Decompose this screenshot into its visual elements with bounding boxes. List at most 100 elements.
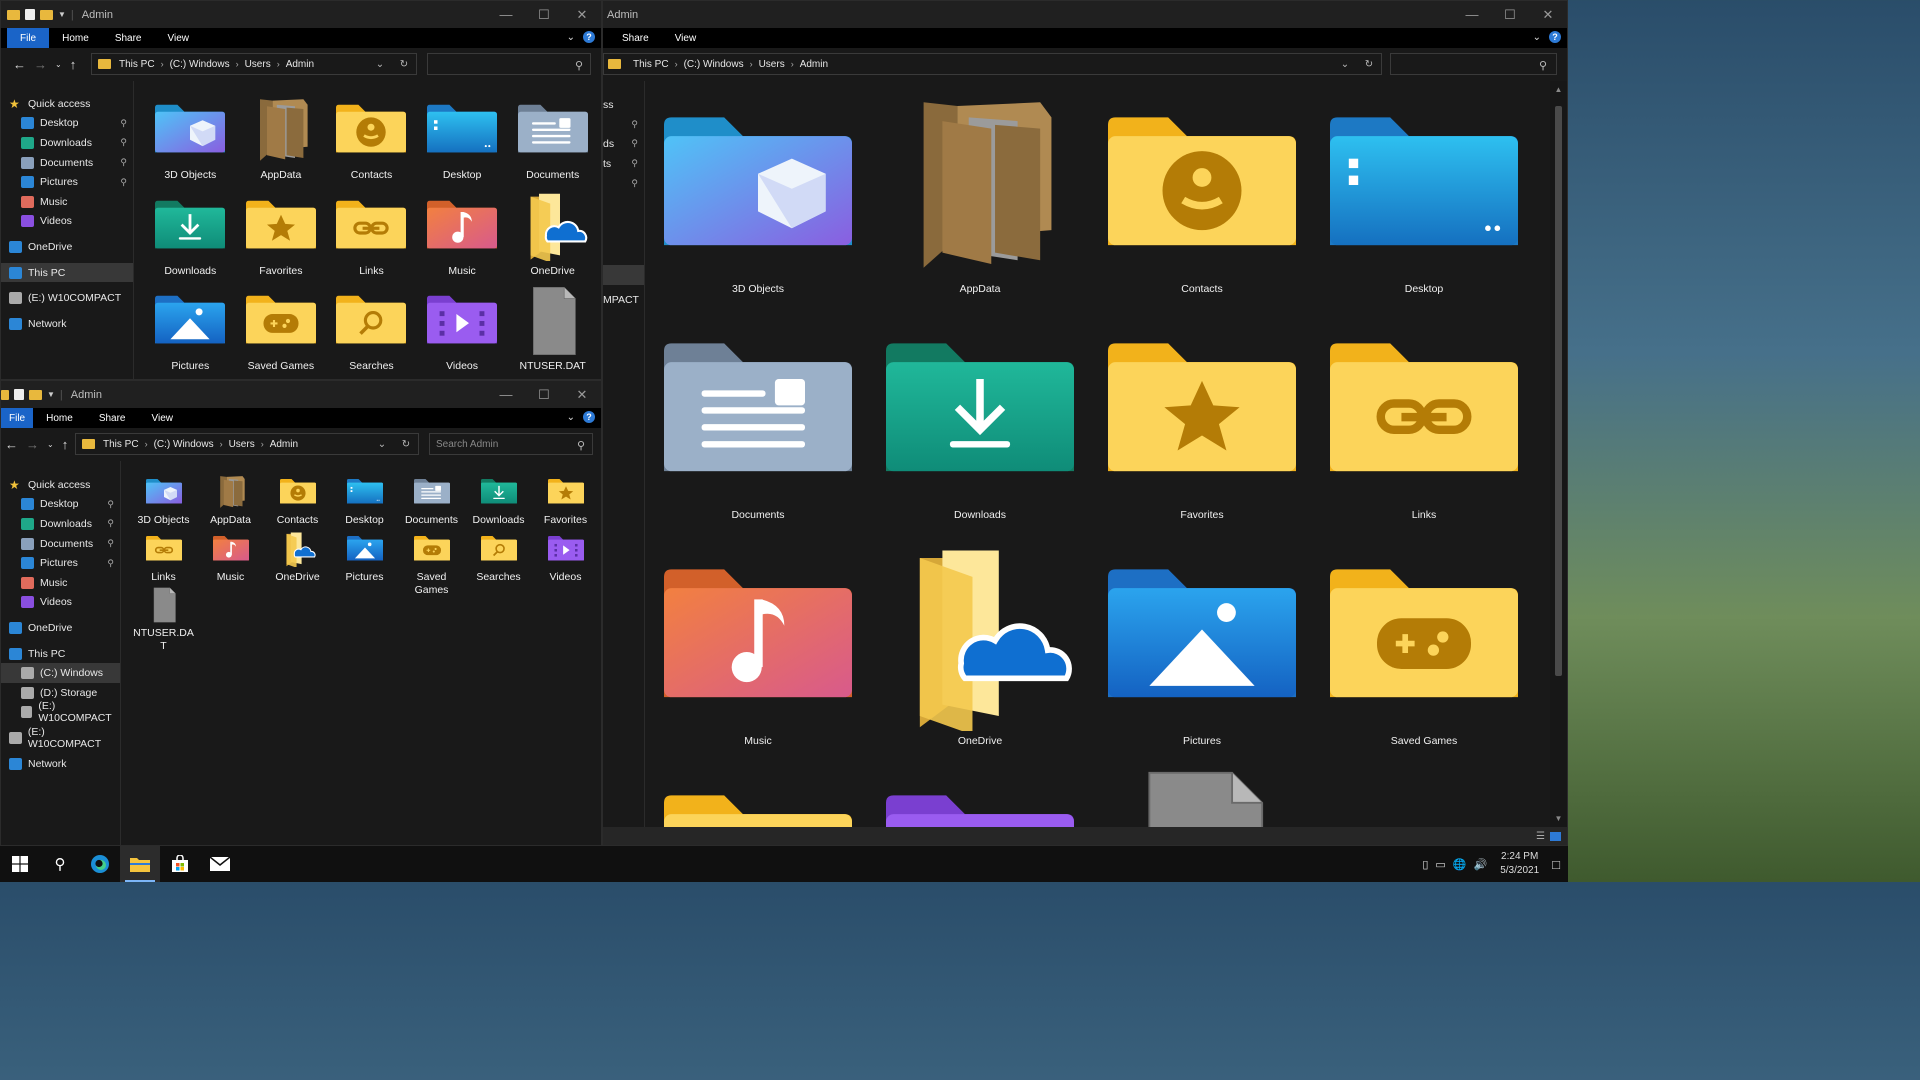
folder-item[interactable]: Desktop [331, 474, 398, 531]
search-button[interactable]: ⚲ [40, 846, 80, 882]
folder-item[interactable]: Saved Games [398, 531, 465, 596]
sidebar-item[interactable]: Documents ⚲ [1, 534, 120, 554]
folder-item[interactable]: Contacts [326, 95, 417, 191]
folder-item[interactable]: Documents [507, 95, 598, 191]
refresh-icon[interactable]: ↻ [392, 59, 416, 70]
folder-item[interactable]: NTUSER.DA T [130, 587, 197, 652]
breadcrumb-item[interactable]: Users [759, 59, 785, 70]
sidebar-item[interactable]: (C:) Windows [1, 663, 120, 683]
breadcrumb-item[interactable]: Users [245, 59, 271, 70]
sidebar-item[interactable]: (E:) W10COMPACT [1, 288, 133, 308]
close-button[interactable]: ✕ [563, 1, 601, 28]
expand-ribbon-icon[interactable]: ⌄ [567, 32, 575, 43]
sidebar-item[interactable]: This PC [1, 262, 133, 283]
search-input[interactable] [1390, 53, 1557, 75]
network-icon[interactable]: 🌐 [1453, 858, 1467, 871]
folder-item[interactable]: Desktop [417, 95, 508, 191]
breadcrumb-chevron-icon[interactable]: › [675, 59, 678, 69]
clock[interactable]: 2:24 PM 5/3/2021 [1500, 850, 1539, 878]
sidebar-item[interactable]: Network [1, 314, 133, 334]
folder-item[interactable]: NTUSER.DAT [507, 286, 598, 379]
sidebar-item[interactable]: Music [1, 573, 120, 593]
sidebar-item[interactable]: OneDrive [1, 618, 120, 638]
search-input[interactable] [427, 53, 591, 75]
folder-item[interactable]: OneDrive [264, 531, 331, 588]
forward-icon[interactable]: → [26, 437, 39, 452]
breadcrumb-chevron-icon[interactable]: › [145, 439, 148, 449]
sidebar-item[interactable]: Downloads ⚲ [1, 133, 133, 153]
sidebar-item[interactable]: ds ⚲ [603, 134, 644, 154]
folder-item[interactable]: Videos [532, 531, 599, 588]
up-icon[interactable]: ↑ [62, 437, 69, 452]
close-button[interactable]: ✕ [563, 381, 601, 408]
folder-item[interactable]: Downloads [465, 474, 532, 531]
folder-item[interactable]: Favorites [532, 474, 599, 531]
folder-item[interactable]: Documents [398, 474, 465, 531]
folder-item[interactable]: Music [647, 543, 869, 769]
address-bar[interactable]: This PC › (C:) Windows › Users › Admin ⌄ ↻ [91, 53, 417, 75]
tab-share[interactable]: Share [86, 408, 139, 428]
folder-item[interactable]: Contacts [1091, 91, 1313, 317]
help-icon[interactable]: ? [583, 31, 595, 43]
folder-item[interactable]: Links [326, 191, 417, 287]
back-icon[interactable]: ← [5, 437, 18, 452]
sidebar-item[interactable]: Music [1, 192, 133, 212]
folder-item[interactable] [647, 769, 869, 827]
breadcrumb-item[interactable]: (C:) Windows [684, 59, 744, 70]
back-icon[interactable]: ← [13, 57, 26, 72]
minimize-button[interactable]: — [487, 1, 525, 28]
maximize-button[interactable]: ☐ [1491, 1, 1529, 28]
scroll-thumb[interactable] [1555, 106, 1562, 676]
folder-item[interactable]: Music [197, 531, 264, 588]
folder-item[interactable] [869, 769, 1091, 827]
breadcrumb-item[interactable]: This PC [103, 439, 139, 450]
address-bar[interactable]: This PC › (C:) Windows › Users › Admin ⌄ ↻ [75, 433, 419, 455]
forward-icon[interactable]: → [34, 57, 47, 72]
breadcrumb-item[interactable]: (C:) Windows [154, 439, 214, 450]
folder-item[interactable]: Downloads [869, 317, 1091, 543]
breadcrumb-chevron-icon[interactable]: › [791, 59, 794, 69]
sidebar-item[interactable] [603, 264, 644, 285]
breadcrumb-item[interactable]: Admin [270, 439, 298, 450]
search-icon[interactable]: ⚲ [1539, 59, 1547, 72]
folder-item[interactable]: OneDrive [507, 191, 598, 287]
breadcrumb-item[interactable]: (C:) Windows [170, 59, 230, 70]
sidebar-item[interactable]: Network [1, 754, 120, 774]
tab-view[interactable]: View [155, 28, 203, 48]
expand-ribbon-icon[interactable]: ⌄ [567, 412, 575, 423]
minimize-button[interactable]: — [487, 381, 525, 408]
breadcrumb-chevron-icon[interactable]: › [750, 59, 753, 69]
folder-item[interactable]: Favorites [1091, 317, 1313, 543]
title-bar[interactable]: Admin — ☐ ✕ [603, 1, 1567, 28]
tab-home[interactable]: Home [33, 408, 86, 428]
folder-item[interactable]: Desktop [1313, 91, 1535, 317]
folder-item[interactable]: 3D Objects [647, 91, 869, 317]
breadcrumb-item[interactable]: Users [229, 439, 255, 450]
tab-view[interactable]: View [139, 408, 187, 428]
properties-icon[interactable] [25, 9, 35, 20]
breadcrumb-item[interactable]: Admin [286, 59, 314, 70]
folder-item[interactable] [1091, 769, 1313, 827]
customize-toolbar-icon[interactable]: ▼ [47, 390, 55, 399]
start-button[interactable] [0, 846, 40, 882]
search-icon[interactable]: ⚲ [575, 59, 583, 72]
tab-share[interactable]: Share [609, 28, 662, 48]
folder-item[interactable]: Links [130, 531, 197, 588]
sidebar-item[interactable]: Pictures ⚲ [1, 172, 133, 192]
sidebar-item[interactable]: Desktop ⚲ [1, 114, 133, 134]
address-dropdown-icon[interactable]: ⌄ [1333, 59, 1357, 70]
help-icon[interactable]: ? [1549, 31, 1561, 43]
mail-button[interactable] [200, 846, 240, 882]
usb-icon[interactable]: ▯ [1422, 858, 1428, 871]
title-bar[interactable]: ▼ | Admin — ☐ ✕ [1, 381, 601, 408]
folder-item[interactable]: Saved Games [1313, 543, 1535, 769]
battery-icon[interactable]: ▭ [1435, 858, 1445, 871]
folder-item[interactable]: 3D Objects [130, 474, 197, 531]
tab-home[interactable]: Home [49, 28, 102, 48]
tab-share[interactable]: Share [102, 28, 155, 48]
folder-item[interactable]: Pictures [331, 531, 398, 588]
sidebar-item[interactable]: Downloads ⚲ [1, 514, 120, 534]
folder-item[interactable]: AppData [869, 91, 1091, 317]
recent-locations-icon[interactable]: ⌄ [47, 440, 54, 452]
folder-item[interactable]: Videos [417, 286, 508, 379]
